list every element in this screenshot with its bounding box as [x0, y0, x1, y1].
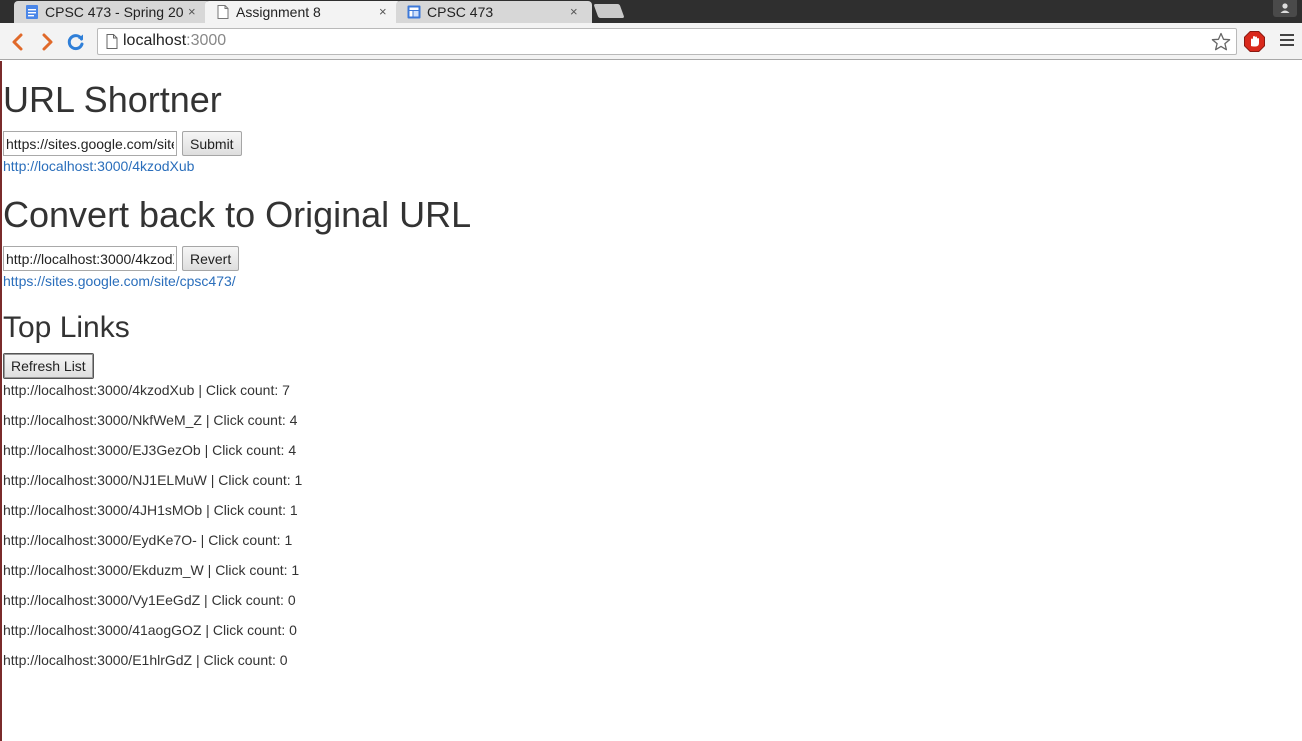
list-item: http://localhost:3000/4kzodXub | Click c…	[3, 382, 290, 398]
profile-button[interactable]	[1273, 0, 1297, 17]
short-url-result-link[interactable]: http://localhost:3000/4kzodXub	[3, 158, 194, 174]
close-icon[interactable]: ×	[379, 4, 387, 20]
list-item: http://localhost:3000/41aogGOZ | Click c…	[3, 622, 297, 638]
top-links-heading: Top Links	[3, 311, 130, 344]
long-url-input[interactable]	[3, 131, 177, 156]
reload-icon[interactable]	[66, 32, 86, 52]
page-icon	[217, 5, 229, 19]
list-item: http://localhost:3000/NkfWeM_Z | Click c…	[3, 412, 298, 428]
list-item: http://localhost:3000/Ekduzm_W | Click c…	[3, 562, 300, 578]
list-item: http://localhost:3000/4JH1sMOb | Click c…	[3, 502, 298, 518]
list-item: http://localhost:3000/E1hlrGdZ | Click c…	[3, 652, 288, 668]
tab-title: CPSC 473 - Spring 20	[45, 4, 184, 20]
address-port: :3000	[186, 32, 227, 49]
address-bar[interactable]: localhost:3000	[97, 28, 1237, 55]
short-url-input[interactable]	[3, 246, 177, 271]
menu-icon[interactable]	[1280, 34, 1294, 48]
new-tab-button[interactable]	[593, 4, 625, 18]
close-icon[interactable]: ×	[570, 4, 578, 20]
page-icon	[106, 34, 118, 49]
tab-assignment-8[interactable]: Assignment 8 ×	[205, 1, 401, 24]
revert-button[interactable]: Revert	[182, 246, 240, 271]
address-host: localhost	[123, 32, 187, 49]
list-item: http://localhost:3000/EJ3GezOb | Click c…	[3, 442, 297, 458]
bookmark-star-icon[interactable]	[1211, 32, 1231, 52]
close-icon[interactable]: ×	[188, 4, 196, 20]
original-url-result-link[interactable]: https://sites.google.com/site/cpsc473/	[3, 273, 236, 289]
tab-cpsc473-spring[interactable]: CPSC 473 - Spring 20 ×	[14, 1, 210, 23]
tab-title: CPSC 473	[427, 4, 494, 20]
tab-strip: CPSC 473 - Spring 20 × Assignment 8 × CP…	[0, 0, 1302, 24]
submit-button[interactable]: Submit	[182, 131, 242, 156]
tab-cpsc473[interactable]: CPSC 473 ×	[396, 1, 592, 23]
user-icon	[1280, 3, 1290, 13]
tab-title: Assignment 8	[236, 4, 321, 20]
forward-arrow-icon[interactable]	[37, 32, 57, 52]
list-item: http://localhost:3000/EydKe7O- | Click c…	[3, 532, 293, 548]
list-item: http://localhost:3000/NJ1ELMuW | Click c…	[3, 472, 303, 488]
shortener-heading: URL Shortner	[3, 79, 222, 120]
revert-heading: Convert back to Original URL	[3, 194, 472, 235]
docs-icon	[26, 5, 38, 19]
back-arrow-icon[interactable]	[8, 32, 28, 52]
page-content: URL Shortner Submit http://localhost:300…	[0, 61, 1302, 741]
sites-icon	[407, 5, 421, 19]
refresh-list-button[interactable]: Refresh List	[3, 353, 94, 379]
browser-toolbar: localhost:3000	[0, 23, 1302, 60]
address-text: localhost:3000	[123, 32, 226, 50]
list-item: http://localhost:3000/Vy1EeGdZ | Click c…	[3, 592, 296, 608]
adblock-extension-icon[interactable]	[1244, 31, 1265, 52]
